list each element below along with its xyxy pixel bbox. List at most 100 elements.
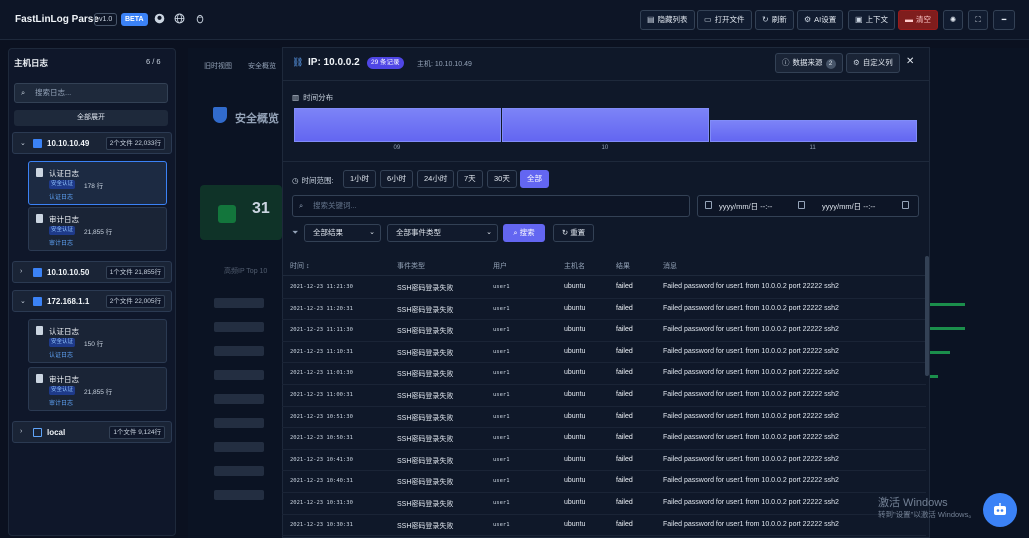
cell-result: failed (616, 347, 633, 355)
scrollbar[interactable] (925, 256, 929, 376)
cell-event-type: SSH密码登录失败 (397, 522, 454, 530)
open-file-button[interactable]: ▭ 打开文件 (697, 10, 752, 30)
table-row[interactable]: 2021-12-23 11:10:31 SSH密码登录失败 user1 ubuntu f… (282, 342, 926, 364)
sidebar-count: 6 / 6 (146, 57, 161, 66)
column-user: 用户 (493, 263, 507, 270)
column-result: 结果 (616, 263, 630, 270)
github-icon[interactable] (153, 13, 166, 26)
cell-message: Failed password for user1 from 10.0.0.2 … (663, 347, 839, 355)
host-group-10-10-10-50[interactable]: › 10.10.10.50 1个文件 21,855行 (12, 261, 172, 283)
chevron-right-icon: › (20, 268, 23, 275)
table-row[interactable]: 2021-12-23 11:01:30 SSH密码登录失败 user1 ubuntu f… (282, 363, 926, 385)
record-count-badge: 29 条记录 (367, 57, 404, 69)
bg-row (214, 490, 264, 500)
tab-security-overview[interactable]: 安全概览 (248, 61, 276, 71)
date-from-input[interactable]: yyyy/mm/日 --:-- (719, 201, 772, 212)
table-row[interactable]: 2021-12-23 10:31:30 SSH密码登录失败 user1 ubuntu f… (282, 493, 926, 515)
table-row[interactable]: 2021-12-23 10:40:31 SSH密码登录失败 user1 ubuntu f… (282, 471, 926, 493)
file-item-audit-log[interactable]: 审计日志 安全认证 21,855 行 审计日志 (28, 367, 167, 411)
cell-hostname: ubuntu (564, 477, 586, 485)
cell-event-type: SSH密码登录失败 (397, 414, 454, 422)
cell-result: failed (616, 520, 633, 528)
table-row[interactable]: 2021-12-23 10:41:30 SSH密码登录失败 user1 ubuntu f… (282, 450, 926, 472)
range-1h-button[interactable]: 1小时 (343, 170, 377, 188)
histogram-bar[interactable] (294, 108, 501, 142)
hide-list-button[interactable]: ▤ 隐藏列表 (640, 10, 695, 30)
shield-icon (213, 107, 227, 123)
table-row[interactable]: 2021-12-23 11:20:31 SSH密码登录失败 user1 ubuntu f… (282, 299, 926, 321)
network-icon: ⛓ (292, 57, 304, 67)
table-row[interactable]: 2021-12-23 11:21:30 SSH密码登录失败 user1 ubuntu f… (282, 277, 926, 299)
fullscreen-icon[interactable]: ⛶ (968, 10, 988, 30)
range-6h-button[interactable]: 6小时 (380, 170, 414, 188)
modal-host: 主机: 10.10.10.49 (417, 61, 472, 68)
expand-all-button[interactable]: 全部展开 (14, 110, 168, 126)
custom-columns-button[interactable]: ⚙ 自定义列 (846, 53, 900, 73)
range-30d-button[interactable]: 30天 (487, 170, 517, 188)
file-item-auth-log[interactable]: 认证日志 安全认证 178 行 认证日志 (28, 161, 167, 205)
cell-hostname: ubuntu (564, 304, 586, 312)
calendar-icon[interactable] (798, 201, 805, 209)
cell-hostname: ubuntu (564, 391, 586, 398)
activation-watermark-text: 转到"设置"以激活 Windows。 (878, 510, 976, 519)
table-row[interactable]: 2021-12-23 11:00:31 SSH密码登录失败 user1 ubuntu f… (282, 385, 926, 407)
range-all-button[interactable]: 全部 (520, 170, 549, 188)
calendar-icon[interactable] (902, 201, 909, 209)
cell-time: 2021-12-23 11:10:31 (290, 348, 353, 355)
reset-button[interactable]: ↻ 重置 (553, 224, 594, 242)
column-event-type: 事件类型 (397, 263, 425, 270)
calendar-icon (705, 201, 712, 209)
divider (282, 161, 930, 162)
file-item-audit-log[interactable]: 审计日志 安全认证 21,855 行 审计日志 (28, 207, 167, 251)
cell-result: failed (616, 477, 633, 485)
table-row[interactable]: 2021-12-23 10:30:31 SSH密码登录失败 user1 ubuntu f… (282, 515, 926, 537)
cell-hostname: ubuntu (564, 283, 586, 290)
host-group-local[interactable]: › local 1个文件 9,124行 (12, 421, 172, 443)
settings-icon[interactable]: ✺ (943, 10, 963, 30)
tab-history[interactable]: 旧时视图 (204, 61, 232, 71)
result-filter-select[interactable]: 全部结果 ⌄ (304, 224, 381, 242)
clear-button[interactable]: ▬ 清空 (898, 10, 938, 30)
column-time[interactable]: 时间 ↕ (290, 261, 309, 271)
table-row[interactable]: 2021-12-23 11:11:30 SSH密码登录失败 user1 ubuntu f… (282, 320, 926, 342)
gear-icon: ⚙ (804, 15, 812, 24)
file-item-auth-log[interactable]: 认证日志 安全认证 150 行 认证日志 (28, 319, 167, 363)
histogram-tick-label: 09 (393, 145, 401, 151)
keyword-search-input[interactable]: ⌕ 搜索关键词... (292, 195, 690, 217)
event-type-select[interactable]: 全部事件类型 ⌄ (387, 224, 498, 242)
assistant-robot-icon[interactable] (983, 493, 1017, 527)
file-icon (36, 214, 43, 223)
histogram-bar[interactable] (710, 119, 917, 142)
globe-icon[interactable] (173, 13, 186, 26)
cell-message: Failed password for user1 from 10.0.0.2 … (663, 434, 839, 442)
host-group-172-168-1-1[interactable]: ⌄ 172.168.1.1 2个文件 22,005行 (12, 290, 172, 312)
version-badge: v1.0 (94, 13, 118, 26)
server-icon (33, 268, 42, 277)
chevron-down-icon: ⌄ (486, 229, 492, 236)
sidebar-search-input[interactable]: ⌕ 搜索日志... (14, 83, 168, 103)
date-to-input[interactable]: yyyy/mm/日 --:-- (822, 201, 875, 212)
cell-time: 2021-12-23 11:21:30 (290, 284, 353, 290)
range-24h-button[interactable]: 24小时 (417, 170, 455, 188)
cell-result: failed (616, 304, 633, 312)
chevron-right-icon: › (20, 428, 23, 435)
data-source-button[interactable]: ⓘ 数据来源 2 (775, 53, 843, 73)
context-icon: ▣ (855, 15, 863, 24)
cell-user: user1 (493, 456, 510, 463)
file-icon (36, 168, 43, 177)
cell-message: Failed password for user1 from 10.0.0.2 … (663, 520, 839, 528)
linux-icon[interactable] (193, 13, 206, 26)
context-button[interactable]: ▣ 上下文 (848, 10, 896, 30)
table-row[interactable]: 2021-12-23 10:50:31 SSH密码登录失败 user1 ubuntu f… (282, 428, 926, 450)
sidebar-title: 主机日志 (14, 58, 49, 68)
ai-settings-button[interactable]: ⚙ AI设置 (797, 10, 844, 30)
range-7d-button[interactable]: 7天 (457, 170, 483, 188)
refresh-button[interactable]: ↻ 刷新 (755, 10, 794, 30)
minimize-icon[interactable]: ━ (993, 10, 1015, 30)
search-button[interactable]: ⌕ 搜索 (503, 224, 545, 242)
histogram-bar[interactable] (502, 108, 709, 142)
close-icon[interactable]: ✕ (906, 56, 914, 67)
table-row[interactable]: 2021-12-23 10:51:30 SSH密码登录失败 user1 ubuntu f… (282, 407, 926, 429)
host-group-10-10-10-49[interactable]: ⌄ 10.10.10.49 2个文件 22,033行 (12, 132, 172, 154)
stat-number: 31 (252, 200, 270, 217)
